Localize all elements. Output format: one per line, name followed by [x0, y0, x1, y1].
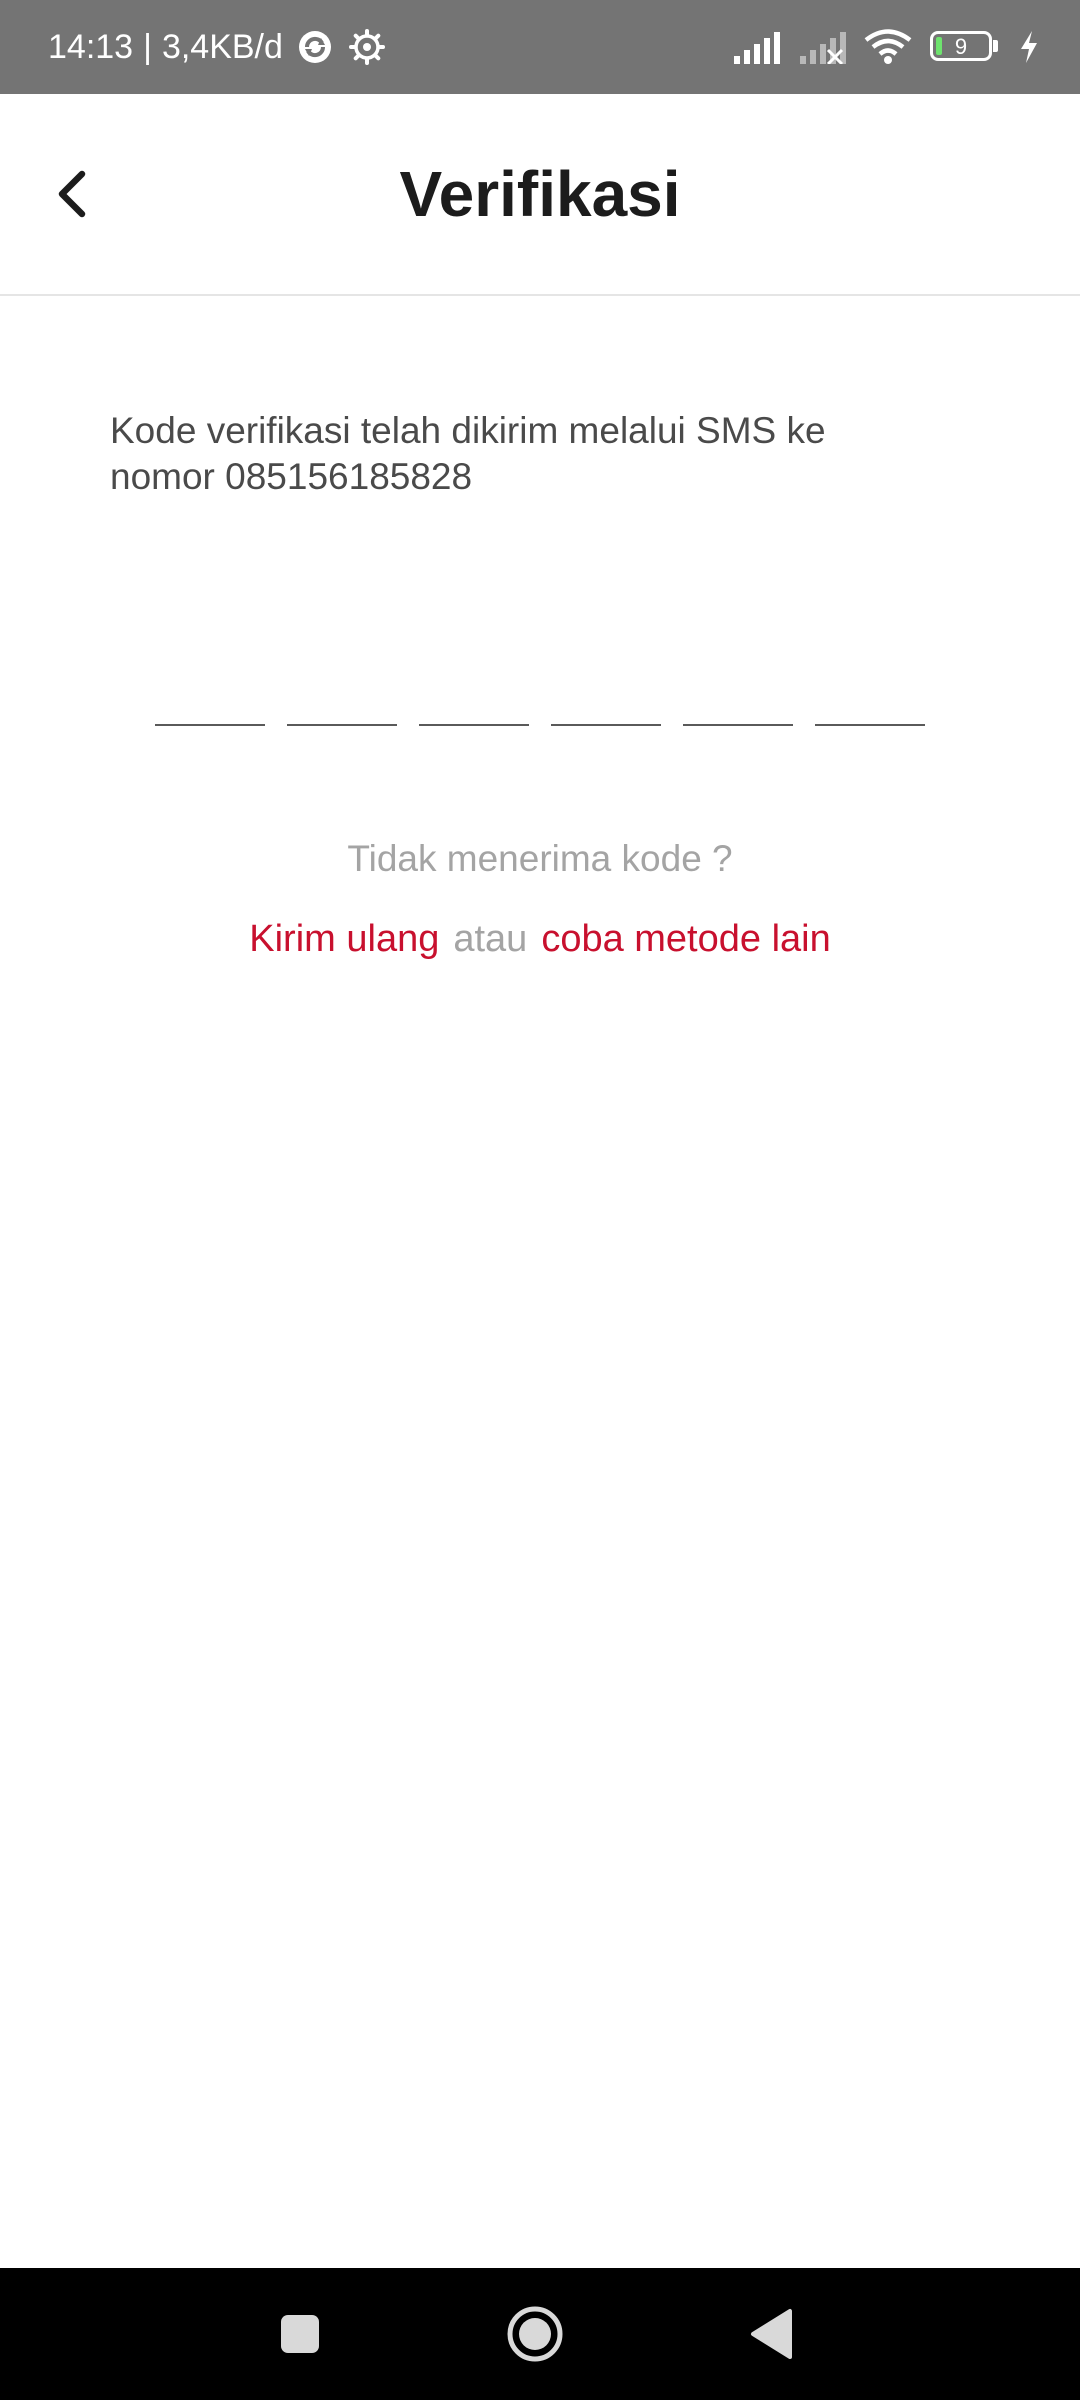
otp-digit-4[interactable] — [551, 640, 661, 726]
home-button[interactable] — [475, 2268, 595, 2400]
gear-icon — [348, 29, 385, 65]
recents-square-icon — [278, 2312, 322, 2356]
verification-description: Kode verifikasi telah dikirim melalui SM… — [110, 410, 826, 497]
wifi-icon — [864, 29, 912, 65]
battery-icon: 9 — [930, 29, 1000, 65]
home-circle-icon — [505, 2304, 565, 2364]
recents-button[interactable] — [240, 2268, 360, 2400]
otp-digit-1[interactable] — [155, 640, 265, 726]
other-method-link[interactable]: coba metode lain — [541, 918, 830, 960]
battery-level-text: 9 — [954, 34, 968, 59]
page-title: Verifikasi — [399, 158, 681, 230]
status-separator: | — [143, 27, 152, 66]
back-button[interactable] — [40, 154, 104, 234]
status-bar: 14:13 | 3,4KB/d 9 — [0, 0, 1080, 94]
charging-icon — [1018, 29, 1040, 65]
sync-icon — [297, 29, 333, 65]
status-bar-left: 14:13 | 3,4KB/d — [48, 0, 385, 94]
signal-no-service-icon — [798, 30, 846, 64]
or-text: atau — [453, 918, 528, 960]
nav-back-button[interactable] — [712, 2268, 832, 2400]
status-network-speed: 3,4KB/d — [161, 27, 283, 66]
otp-digit-3[interactable] — [419, 640, 529, 726]
otp-digit-2[interactable] — [287, 640, 397, 726]
signal-icon — [732, 30, 780, 64]
otp-input-group — [155, 640, 925, 726]
not-received-text: Tidak menerima kode ? — [347, 838, 733, 879]
chevron-left-icon — [52, 166, 92, 222]
otp-digit-5[interactable] — [683, 640, 793, 726]
resend-options: Kirim ulang atau coba metode lain — [0, 918, 1080, 961]
back-triangle-icon — [750, 2308, 794, 2360]
app-bar: Verifikasi — [0, 94, 1080, 296]
status-time: 14:13 — [48, 27, 134, 66]
resend-link[interactable]: Kirim ulang — [249, 918, 439, 960]
status-bar-right: 9 — [732, 0, 1040, 94]
otp-digit-6[interactable] — [815, 640, 925, 726]
system-nav-bar — [0, 2268, 1080, 2400]
